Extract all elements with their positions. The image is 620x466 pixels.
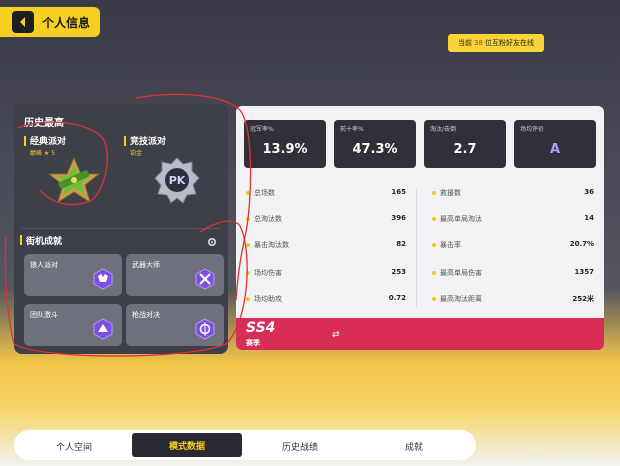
accent-bar xyxy=(24,136,26,146)
stat-row-value: 20.7% xyxy=(569,240,594,248)
wolf-emblem-icon xyxy=(93,268,113,290)
history-best-panel: 历史最高 经典派对 巅峰 ★ 5 竞技派对 铂金 PK 街机成就 狼人派对 武器… xyxy=(14,104,228,354)
season-label: 赛季 xyxy=(246,339,260,347)
team-emblem-icon xyxy=(93,318,113,340)
competitive-mode-rank: 铂金 xyxy=(130,150,143,157)
season-selector[interactable]: SS4 赛季 ⇄ xyxy=(236,318,604,350)
competitive-mode-name: 竞技派对 xyxy=(130,137,167,147)
version-label: 1-9vaqm-13.4.1315258 xyxy=(520,451,591,458)
stat-card-label: 场均评价 xyxy=(520,126,545,133)
stat-row-name: 最高单局伤害 xyxy=(440,269,482,277)
back-button[interactable] xyxy=(12,11,34,33)
bullet-icon xyxy=(432,297,436,301)
stat-row-name: 总场数 xyxy=(254,189,275,197)
classic-mode-name: 经典派对 xyxy=(30,137,67,147)
stat-row-value: 82 xyxy=(396,240,406,248)
crossed-weapons-icon xyxy=(195,268,215,290)
stat-row: 最高单局伤害 1357 xyxy=(432,268,594,280)
bullet-icon xyxy=(432,243,436,247)
arcade-tile-label: 狼人派对 xyxy=(30,261,58,269)
stat-card-value: 2.7 xyxy=(453,142,477,157)
bullet-icon xyxy=(246,191,250,195)
tab-personal-space[interactable]: 个人空间 xyxy=(24,436,124,456)
stat-row-name: 场均伤害 xyxy=(254,269,282,277)
stat-card-label: 前十率% xyxy=(340,126,364,133)
stat-row: 最高单局淘汰 14 xyxy=(432,214,594,226)
bullet-icon xyxy=(246,297,250,301)
arcade-tile-gunfight[interactable]: 枪战对决 xyxy=(126,304,224,346)
stat-row: 总场数 165 xyxy=(246,188,406,200)
stat-row-name: 救援数 xyxy=(440,189,461,197)
bullet-icon xyxy=(246,217,250,221)
stat-row-name: 暴击淘汰数 xyxy=(254,241,289,249)
arcade-tile-label: 武器大师 xyxy=(132,261,160,269)
bullet-icon xyxy=(432,271,436,275)
stat-row-name: 暴击率 xyxy=(440,241,461,249)
stat-card-value: 13.9% xyxy=(262,142,308,157)
bottom-tab-bar: 个人空间 模式数据 历史战绩 成就 xyxy=(14,430,476,460)
arcade-achievements-heading: 街机成就 xyxy=(26,237,63,247)
swap-season-icon[interactable]: ⇄ xyxy=(332,330,340,340)
stat-row-name: 总淘汰数 xyxy=(254,215,282,223)
stat-row-value: 14 xyxy=(584,214,594,222)
arcade-tile-label: 枪战对决 xyxy=(132,311,160,319)
stat-row-value: 0.72 xyxy=(388,294,406,302)
history-best-heading: 历史最高 xyxy=(24,118,64,129)
arcade-tile-label: 团队激斗 xyxy=(30,311,58,319)
mode-stats-panel: 冠军率% 13.9% 前十率% 47.3% 淘汰/击倒 2.7 场均评价 A 总… xyxy=(236,106,604,350)
stat-card-label: 冠军率% xyxy=(250,126,274,133)
stat-row: 总淘汰数 396 xyxy=(246,214,406,226)
bullet-icon xyxy=(246,271,250,275)
tab-achievements[interactable]: 成就 xyxy=(364,436,464,456)
arcade-tile-team-battle[interactable]: 团队激斗 xyxy=(24,304,122,346)
bullet-icon xyxy=(432,217,436,221)
season-code: SS4 xyxy=(246,320,276,336)
stat-card-label: 淘汰/击倒 xyxy=(430,126,457,133)
settings-gear-icon[interactable] xyxy=(207,237,217,247)
tab-match-history[interactable]: 历史战绩 xyxy=(250,436,350,456)
bullet-icon xyxy=(246,243,250,247)
tab-mode-data[interactable]: 模式数据 xyxy=(132,433,242,457)
online-count: 38 xyxy=(474,39,483,47)
platinum-rank-badge-icon[interactable]: PK xyxy=(152,156,202,206)
stat-row-value: 36 xyxy=(584,188,594,196)
stat-row-value: 396 xyxy=(391,214,406,222)
arcade-tile-weapon-master[interactable]: 武器大师 xyxy=(126,254,224,296)
stat-row-value: 165 xyxy=(391,188,406,196)
stat-card-rating: 场均评价 A xyxy=(514,120,596,168)
stat-row-name: 最高淘汰距离 xyxy=(440,295,482,303)
stat-row: 最高淘汰距离 252米 xyxy=(432,294,594,306)
page-title: 个人信息 xyxy=(42,15,91,30)
stat-row: 场均伤害 253 xyxy=(246,268,406,280)
svg-text:PK: PK xyxy=(169,174,186,187)
accent-bar xyxy=(20,235,22,245)
crosshair-emblem-icon xyxy=(195,318,215,340)
back-arrow-icon xyxy=(20,17,25,27)
stat-row-value: 252米 xyxy=(572,295,594,303)
stat-row-name: 最高单局淘汰 xyxy=(440,215,482,223)
stat-card-kd: 淘汰/击倒 2.7 xyxy=(424,120,506,168)
stat-row-value: 1357 xyxy=(574,268,594,276)
online-suffix: 位互粉好友在线 xyxy=(484,39,534,47)
classic-rank-badge-icon[interactable] xyxy=(44,156,104,206)
online-friends-notice[interactable]: 当前 38 位互粉好友在线 xyxy=(448,34,544,52)
page-header: 个人信息 xyxy=(0,7,100,37)
stat-card-value: 47.3% xyxy=(352,142,398,157)
stat-row: 救援数 36 xyxy=(432,188,594,200)
stat-card-value: A xyxy=(549,142,561,157)
arcade-tile-werewolf[interactable]: 狼人派对 xyxy=(24,254,122,296)
bullet-icon xyxy=(432,191,436,195)
section-divider xyxy=(22,228,220,229)
online-prefix: 当前 xyxy=(458,39,473,47)
stat-row: 暴击率 20.7% xyxy=(432,240,594,252)
accent-bar xyxy=(124,136,126,146)
column-divider xyxy=(416,188,417,308)
stat-row-name: 场均助攻 xyxy=(254,295,282,303)
stat-row: 场均助攻 0.72 xyxy=(246,294,406,306)
stat-card-top10-rate: 前十率% 47.3% xyxy=(334,120,416,168)
stat-row: 暴击淘汰数 82 xyxy=(246,240,406,252)
stat-row-value: 253 xyxy=(391,268,406,276)
stat-card-win-rate: 冠军率% 13.9% xyxy=(244,120,326,168)
